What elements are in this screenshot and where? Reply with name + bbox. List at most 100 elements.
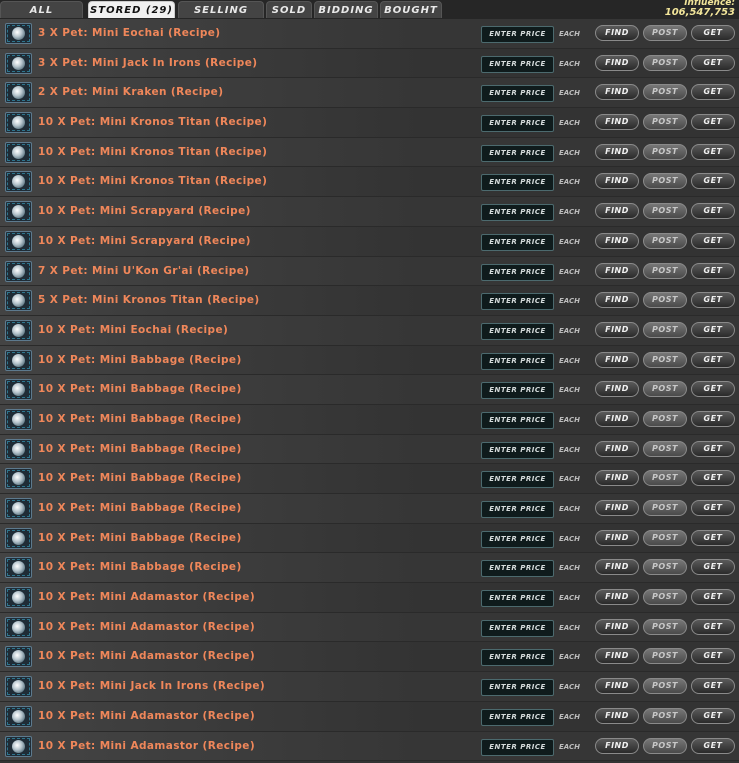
find-button[interactable]: FIND	[595, 114, 639, 131]
price-input[interactable]: ENTER PRICE	[481, 560, 554, 578]
get-button[interactable]: GET	[691, 589, 735, 606]
tab-selling[interactable]: SELLING (36)	[178, 1, 264, 33]
post-button[interactable]: POST	[643, 203, 687, 220]
price-input[interactable]: ENTER PRICE	[481, 26, 554, 43]
get-button[interactable]: GET	[691, 707, 735, 724]
post-button[interactable]: POST	[643, 232, 687, 249]
post-button[interactable]: POST	[643, 84, 687, 101]
recipe-icon[interactable]	[5, 171, 32, 193]
find-button[interactable]: FIND	[595, 589, 639, 606]
get-button[interactable]: GET	[691, 143, 735, 160]
post-button[interactable]: POST	[643, 410, 687, 427]
find-button[interactable]: FIND	[595, 500, 639, 516]
get-button[interactable]: GET	[691, 648, 735, 665]
recipe-icon[interactable]	[5, 290, 32, 312]
find-button[interactable]: FIND	[595, 321, 639, 338]
price-input[interactable]: ENTER PRICE	[481, 55, 554, 73]
recipe-icon[interactable]	[5, 23, 32, 44]
get-button[interactable]: GET	[691, 440, 735, 457]
recipe-icon[interactable]	[5, 438, 32, 460]
get-button[interactable]: GET	[691, 232, 735, 249]
recipe-icon[interactable]	[5, 705, 32, 727]
recipe-icon[interactable]	[5, 201, 32, 223]
price-input[interactable]: ENTER PRICE	[481, 85, 554, 103]
price-input[interactable]: ENTER PRICE	[481, 115, 554, 133]
recipe-icon[interactable]	[5, 408, 32, 430]
price-input[interactable]: ENTER PRICE	[481, 293, 554, 311]
price-input[interactable]: ENTER PRICE	[481, 204, 554, 222]
find-button[interactable]: FIND	[595, 707, 639, 724]
find-button[interactable]: FIND	[595, 54, 639, 71]
get-button[interactable]: GET	[691, 529, 735, 546]
price-input[interactable]: ENTER PRICE	[481, 382, 554, 400]
get-button[interactable]: GET	[691, 470, 735, 487]
get-button[interactable]: GET	[691, 173, 735, 190]
get-button[interactable]: GET	[691, 737, 735, 754]
find-button[interactable]: FIND	[595, 203, 639, 220]
find-button[interactable]: FIND	[595, 559, 639, 576]
find-button[interactable]: FIND	[595, 292, 639, 309]
tab-all[interactable]: ALL (65/200)	[0, 1, 83, 33]
post-button[interactable]: POST	[643, 114, 687, 131]
find-button[interactable]: FIND	[595, 232, 639, 249]
recipe-icon[interactable]	[5, 676, 32, 698]
post-button[interactable]: POST	[643, 618, 687, 635]
recipe-icon[interactable]	[5, 141, 32, 163]
tab-bought[interactable]: BOUGHT	[380, 1, 442, 18]
find-button[interactable]: FIND	[595, 25, 639, 41]
price-input[interactable]: ENTER PRICE	[481, 144, 554, 162]
recipe-icon[interactable]	[5, 260, 32, 282]
recipe-icon[interactable]	[5, 735, 32, 757]
get-button[interactable]: GET	[691, 114, 735, 131]
post-button[interactable]: POST	[643, 262, 687, 279]
price-input[interactable]: ENTER PRICE	[481, 411, 554, 429]
tab-sold[interactable]: SOLD	[266, 1, 312, 18]
price-input[interactable]: ENTER PRICE	[481, 708, 554, 726]
price-input[interactable]: ENTER PRICE	[481, 590, 554, 608]
post-button[interactable]: POST	[643, 707, 687, 724]
recipe-icon[interactable]	[5, 112, 32, 134]
post-button[interactable]: POST	[643, 529, 687, 546]
price-input[interactable]: ENTER PRICE	[481, 619, 554, 637]
price-input[interactable]: ENTER PRICE	[481, 501, 554, 518]
recipe-icon[interactable]	[5, 616, 32, 638]
recipe-icon[interactable]	[5, 468, 32, 490]
post-button[interactable]: POST	[643, 678, 687, 695]
find-button[interactable]: FIND	[595, 737, 639, 754]
get-button[interactable]: GET	[691, 321, 735, 338]
price-input[interactable]: ENTER PRICE	[481, 649, 554, 667]
find-button[interactable]: FIND	[595, 529, 639, 546]
find-button[interactable]: FIND	[595, 173, 639, 190]
find-button[interactable]: FIND	[595, 678, 639, 695]
recipe-icon[interactable]	[5, 587, 32, 609]
get-button[interactable]: GET	[691, 292, 735, 309]
post-button[interactable]: POST	[643, 351, 687, 368]
tab-bidding[interactable]: BIDDING	[314, 1, 378, 18]
find-button[interactable]: FIND	[595, 618, 639, 635]
post-button[interactable]: POST	[643, 559, 687, 576]
get-button[interactable]: GET	[691, 678, 735, 695]
get-button[interactable]: GET	[691, 618, 735, 635]
price-input[interactable]: ENTER PRICE	[481, 263, 554, 281]
recipe-icon[interactable]	[5, 557, 32, 579]
recipe-icon[interactable]	[5, 646, 32, 668]
get-button[interactable]: GET	[691, 381, 735, 398]
recipe-icon[interactable]	[5, 82, 32, 104]
post-button[interactable]: POST	[643, 500, 687, 516]
post-button[interactable]: POST	[643, 737, 687, 754]
get-button[interactable]: GET	[691, 84, 735, 101]
get-button[interactable]: GET	[691, 351, 735, 368]
get-button[interactable]: GET	[691, 54, 735, 71]
get-button[interactable]: GET	[691, 25, 735, 41]
find-button[interactable]: FIND	[595, 262, 639, 279]
get-button[interactable]: GET	[691, 500, 735, 516]
post-button[interactable]: POST	[643, 589, 687, 606]
post-button[interactable]: POST	[643, 381, 687, 398]
post-button[interactable]: POST	[643, 292, 687, 309]
post-button[interactable]: POST	[643, 470, 687, 487]
post-button[interactable]: POST	[643, 25, 687, 41]
recipe-icon[interactable]	[5, 527, 32, 549]
recipe-icon[interactable]	[5, 349, 32, 371]
price-input[interactable]: ENTER PRICE	[481, 352, 554, 370]
post-button[interactable]: POST	[643, 143, 687, 160]
